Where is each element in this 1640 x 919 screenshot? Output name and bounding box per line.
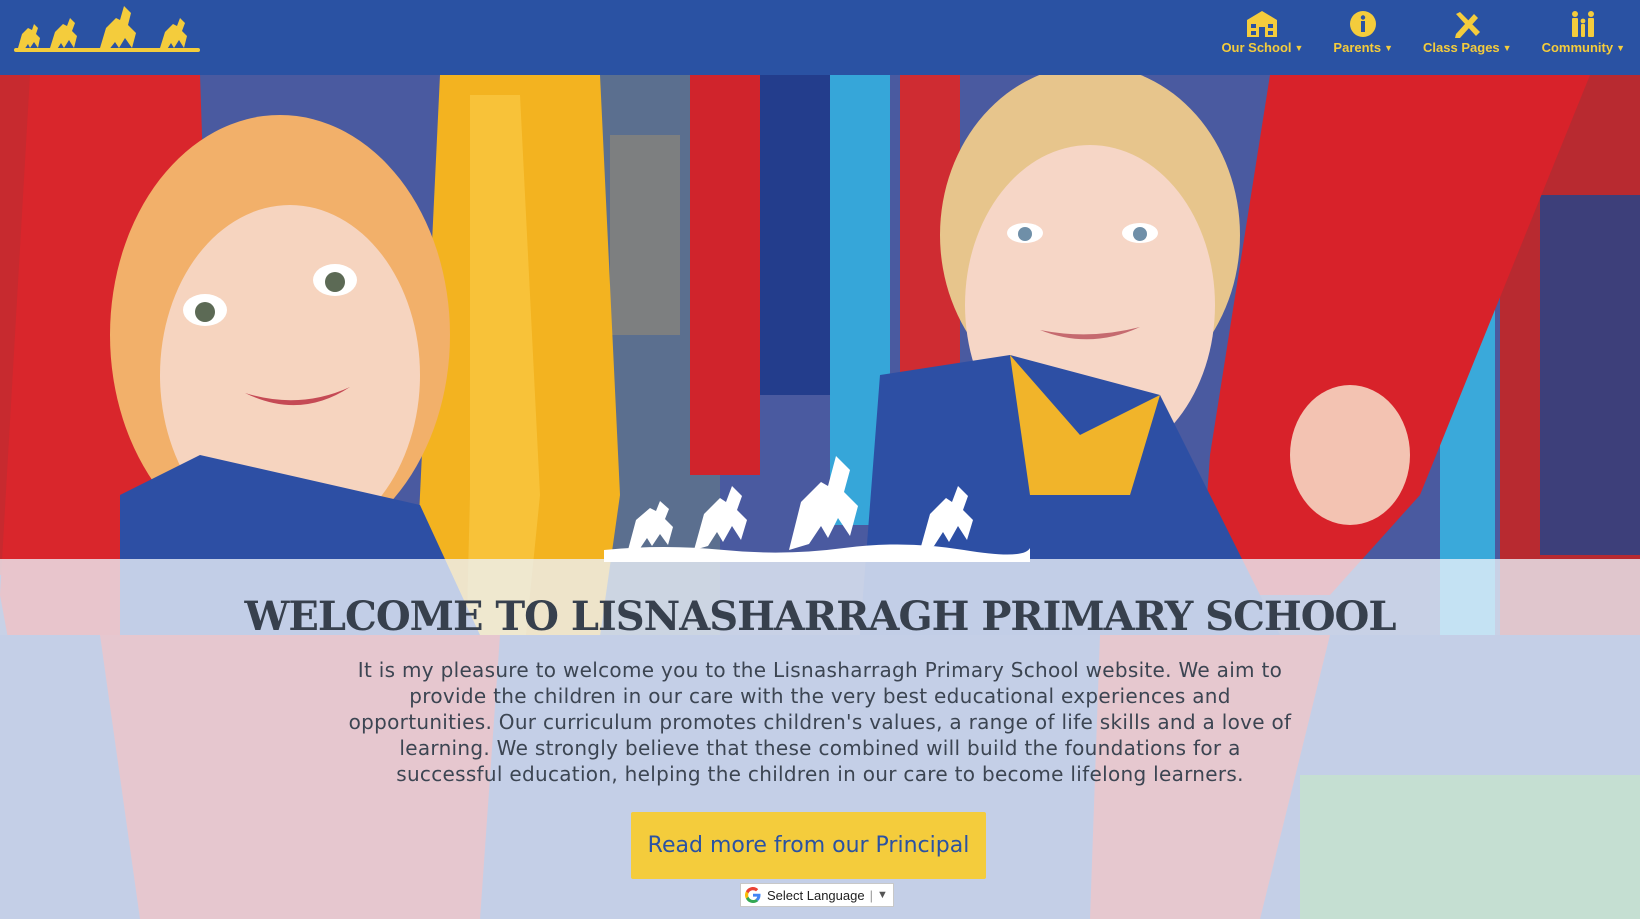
page-title: WELCOME TO LISNASHARRAGH PRIMARY SCHOOL [244, 593, 1396, 640]
caret-down-icon: ▼ [1616, 42, 1625, 53]
nav-parents[interactable]: Parents ▼ [1318, 0, 1408, 75]
nav-label: Class Pages [1423, 40, 1500, 55]
nav-our-school[interactable]: Our School ▼ [1206, 0, 1318, 75]
main-nav: Our School ▼ Parents ▼ Class Pages ▼ Com… [1206, 0, 1640, 75]
pencil-ruler-icon [1455, 12, 1481, 38]
caret-down-icon: ▼ [1384, 42, 1394, 53]
caret-down-icon: ▼ [1502, 42, 1512, 53]
info-circle-icon [1350, 11, 1377, 37]
divider: | [869, 887, 873, 903]
read-more-principal-button[interactable]: Read more from our Principal [631, 812, 986, 879]
language-select[interactable]: Select Language | ▼ [740, 883, 894, 907]
family-icon [1572, 11, 1595, 37]
horses-emblem [604, 456, 1030, 562]
site-header: Our School ▼ Parents ▼ Class Pages ▼ Com… [0, 0, 1640, 75]
caret-down-icon: ▼ [1294, 42, 1304, 53]
welcome-text: It is my pleasure to welcome you to the … [348, 658, 1292, 786]
nav-label: Community [1541, 40, 1614, 55]
school-building-icon [1247, 11, 1278, 37]
language-select-label: Select Language [767, 887, 865, 903]
nav-class-pages[interactable]: Class Pages ▼ [1408, 0, 1527, 75]
dropdown-arrow-icon: ▼ [876, 889, 888, 901]
nav-label: Parents [1333, 40, 1382, 55]
google-icon [745, 887, 761, 903]
school-logo[interactable] [10, 0, 202, 56]
nav-label: Our School [1221, 40, 1292, 55]
nav-community[interactable]: Community ▼ [1527, 0, 1640, 75]
